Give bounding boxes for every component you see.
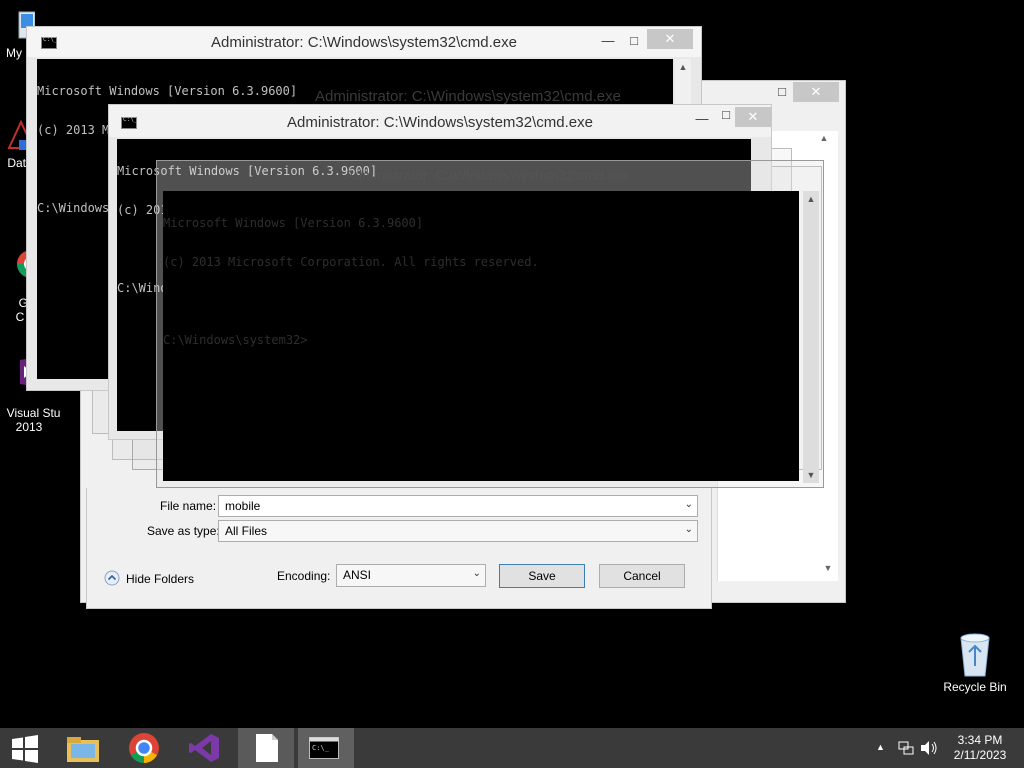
save-dialog-close-button[interactable]: ✕ [793, 82, 839, 102]
file-name-value: mobile [225, 499, 261, 513]
recycle-bin-label: Recycle Bin [943, 680, 1007, 694]
svg-text:C:\_: C:\_ [312, 744, 330, 752]
chevron-down-icon[interactable]: ⌄ [473, 568, 481, 579]
visual-studio-icon [189, 734, 219, 762]
console-line: Microsoft Windows [Version 6.3.9600] [163, 216, 424, 230]
scroll-up-arrow[interactable]: ▲ [675, 59, 691, 75]
cmd-window-ghost-right: Administrator: C:\Windows\system32\cmd.e… [156, 160, 824, 488]
taskbar-file-explorer[interactable] [56, 728, 112, 768]
scrollbar-down-arrow[interactable]: ▼ [821, 563, 835, 577]
windows-logo-icon [12, 735, 38, 763]
file-name-field[interactable]: mobile ⌄ [218, 495, 698, 517]
taskbar-notepad[interactable] [238, 728, 294, 768]
chevron-down-icon[interactable]: ⌄ [685, 499, 693, 510]
console-prompt: C:\Windows\system32> [163, 333, 308, 347]
encoding-select[interactable]: ANSI ⌄ [336, 564, 486, 587]
cmd-window-titlebar[interactable]: Administrator: C:\Windows\system32\cmd.e… [109, 105, 771, 137]
save-as-type-select[interactable]: All Files ⌄ [218, 520, 698, 542]
notepad-icon [256, 734, 278, 762]
console-line: (c) 2013 Microsoft Corporation. All righ… [163, 255, 539, 269]
cmd-console-ghost: Microsoft Windows [Version 6.3.9600] (c)… [163, 191, 799, 481]
chevron-up-circle-icon [104, 570, 120, 586]
cmd-scrollbar[interactable]: ▲ ▼ [803, 191, 819, 483]
close-button[interactable]: ✕ [647, 29, 693, 49]
desktop-icon-label: Visual Stu 2013 [6, 406, 61, 434]
recycle-bin-icon [960, 633, 990, 677]
cmd-window-title: Administrator: C:\Windows\system32\cmd.e… [287, 114, 593, 131]
maximize-button[interactable]: □ [621, 31, 647, 51]
cmd-icon: C:\_ [309, 737, 339, 759]
scroll-down-arrow[interactable]: ▼ [803, 467, 819, 483]
save-as-type-value: All Files [225, 524, 268, 538]
taskbar-chrome[interactable] [116, 728, 172, 768]
chrome-icon [129, 733, 159, 763]
save-button[interactable]: Save [499, 564, 585, 588]
clock-time: 3:34 PM [957, 733, 1003, 747]
desktop-icon-recycle-bin[interactable]: Recycle Bin [940, 630, 1010, 694]
chevron-down-icon[interactable]: ⌄ [685, 524, 693, 535]
network-icon[interactable] [898, 740, 914, 756]
save-as-type-label: Save as type: [147, 524, 220, 538]
folder-icon [67, 737, 99, 762]
minimize-button[interactable]: — [595, 31, 621, 51]
encoding-label: Encoding: [277, 569, 331, 583]
clock-date: 2/11/2023 [953, 748, 1007, 762]
clock[interactable]: 3:34 PM 2/11/2023 [950, 733, 1010, 763]
cmd-window-titlebar[interactable]: Administrator: C:\Windows\system32\cmd.e… [27, 27, 701, 57]
cancel-button[interactable]: Cancel [599, 564, 685, 588]
save-dialog-maximize-button[interactable]: □ [769, 82, 795, 102]
cmd-window-ghost-title: Administrator: C:\Windows\system32\cmd.e… [315, 88, 621, 105]
start-button[interactable] [0, 728, 48, 768]
taskbar: C:\_ ▲ 3:34 PM 2/11/2023 [0, 728, 1024, 768]
encoding-value: ANSI [343, 568, 372, 582]
minimize-button[interactable]: — [689, 109, 715, 129]
taskbar-cmd[interactable]: C:\_ [298, 728, 354, 768]
taskbar-visual-studio[interactable] [176, 728, 232, 768]
scroll-up-arrow[interactable]: ▲ [803, 191, 819, 207]
close-button[interactable]: ✕ [735, 107, 771, 127]
scrollbar-up-arrow[interactable]: ▲ [817, 133, 831, 147]
hide-folders-label: Hide Folders [126, 572, 195, 586]
volume-icon[interactable] [920, 740, 938, 756]
show-hidden-icons-button[interactable]: ▲ [876, 742, 885, 752]
file-name-label: File name: [160, 499, 217, 513]
cmd-window-ghost-title: Administrator: C:\Windows\system32\cmd.e… [345, 167, 631, 183]
